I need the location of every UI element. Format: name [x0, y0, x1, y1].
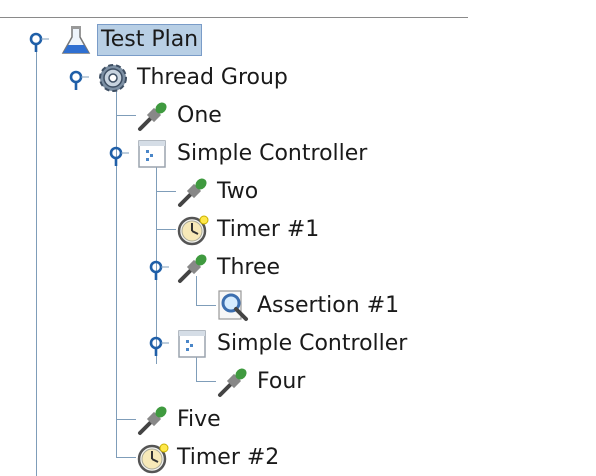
tree-node-test-plan[interactable]: Test Plan [60, 23, 203, 57]
tree-node-label: Simple Controller [217, 331, 408, 356]
clock-icon [177, 214, 210, 246]
tree-node-label: Thread Group [137, 65, 288, 90]
flask-icon [62, 25, 90, 54]
magnifier-icon [217, 289, 248, 321]
tree-node-five[interactable]: Five [136, 403, 224, 437]
panel-top-border [0, 17, 468, 18]
tree-branch [116, 419, 136, 420]
tree-node-label: Timer #1 [217, 217, 320, 242]
tree-node-assertion-1[interactable]: Assertion #1 [216, 289, 402, 323]
dropper-icon [138, 403, 170, 435]
dropper-icon [138, 99, 170, 131]
tree-node-three[interactable]: Three [176, 251, 283, 285]
tree-branch [116, 115, 136, 116]
collapse-toggle-simple-controller[interactable] [108, 145, 130, 167]
tree-node-label: Four [257, 369, 306, 394]
collapse-toggle-thread-group[interactable] [68, 69, 90, 91]
tree-node-label: Test Plan [96, 24, 203, 56]
tree-node-simple-controller[interactable]: Simple Controller [136, 137, 370, 171]
gear-icon [99, 64, 127, 92]
tree-node-label: Three [217, 255, 281, 280]
tree-node-timer-2[interactable]: Timer #2 [136, 441, 282, 475]
tree-connector-root [36, 46, 37, 476]
tree-connector-thread-group [116, 86, 117, 458]
collapse-toggle-test-plan[interactable] [28, 31, 50, 53]
tree-branch [196, 305, 216, 306]
tree-branch [156, 229, 176, 230]
tree-node-timer-1[interactable]: Timer #1 [176, 213, 322, 247]
dropper-icon [178, 251, 210, 283]
dropper-icon [178, 175, 210, 207]
tree-branch [116, 457, 136, 458]
tree-branch [196, 381, 216, 382]
tree-node-two[interactable]: Two [176, 175, 261, 209]
tree-node-label: Two [217, 179, 259, 204]
tree-node-four[interactable]: Four [216, 365, 308, 399]
tree-node-label: Five [177, 407, 221, 432]
tree-node-thread-group[interactable]: Thread Group [96, 61, 291, 95]
tree-node-simple-controller-2[interactable]: Simple Controller [176, 327, 410, 361]
tree-branch [156, 191, 176, 192]
tree-node-label: Timer #2 [177, 445, 280, 470]
clock-icon [137, 442, 170, 474]
controller-icon [178, 330, 206, 358]
tree-node-one[interactable]: One [136, 99, 225, 133]
tree-node-label: Simple Controller [177, 141, 368, 166]
collapse-toggle-simple-controller-2[interactable] [148, 335, 170, 357]
tree-node-label: Assertion #1 [257, 293, 400, 318]
tree-node-label: One [177, 103, 222, 128]
dropper-icon [218, 365, 250, 397]
controller-icon [138, 140, 166, 168]
collapse-toggle-three[interactable] [148, 259, 170, 281]
